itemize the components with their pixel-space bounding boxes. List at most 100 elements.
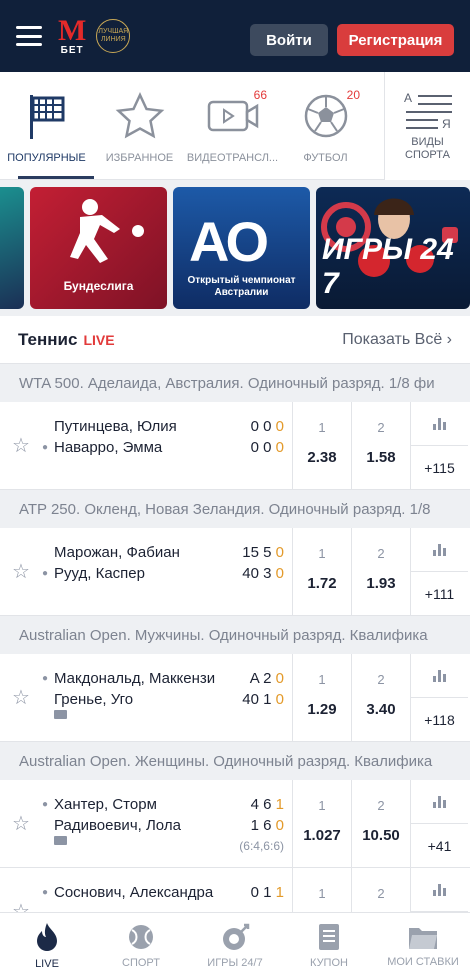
odd-value: 1.58	[366, 449, 396, 466]
more-markets[interactable]: +118	[410, 654, 468, 741]
player-2: Гренье, Уго	[54, 691, 134, 708]
league-header[interactable]: WTA 500. Аделаида, Австралия. Одиночный …	[0, 364, 470, 402]
serve-dot-icon: ●	[42, 799, 49, 810]
logo-m: M	[58, 14, 87, 47]
tab-favorites[interactable]: ИЗБРАННОЕ	[93, 72, 186, 179]
match-list: WTA 500. Аделаида, Австралия. Одиночный …	[0, 364, 470, 956]
match-row[interactable]: ☆ ● Хантер, Сторм Радивоевич, Лола 4 6 11 6 …	[0, 780, 470, 868]
nav-my-bets[interactable]: МОИ СТАВКИ	[376, 913, 470, 978]
promo-banner-australian-open[interactable]: AO Открытый чемпионат Австралии	[173, 187, 310, 309]
score-p1-points: 0	[275, 418, 284, 435]
player-2: Радивоевич, Лола	[54, 817, 181, 834]
favorite-star-icon[interactable]: ☆	[0, 402, 42, 489]
stats-icon[interactable]	[411, 654, 468, 698]
nav-sport[interactable]: СПОРТ	[94, 913, 188, 978]
match-row[interactable]: ☆ ● Макдональд, Маккензи Гренье, Уго A 2 0 40…	[0, 654, 470, 742]
login-button[interactable]: Войти	[250, 24, 328, 56]
video-icon	[207, 90, 259, 142]
register-button[interactable]: Регистрация	[337, 24, 454, 56]
set-scores: (6:4,6:6)	[239, 839, 284, 853]
odd-2-button[interactable]: 2 3.40	[351, 654, 410, 741]
tab-badge: 20	[346, 88, 360, 102]
odd-label: 1	[318, 546, 326, 561]
bottom-nav: LIVE СПОРТ ИГРЫ 24/7 КУПОН МОИ СТАВКИ	[0, 912, 470, 978]
match-players[interactable]: ● Хантер, Сторм Радивоевич, Лола	[42, 780, 238, 867]
odd-label: 1	[318, 798, 326, 813]
serve-dot-icon: ●	[42, 568, 49, 579]
section-header-tennis: Теннис LIVE Показать Всё ›	[0, 316, 470, 364]
match-players[interactable]: Марожан, Фабиан ● Рууд, Каспер	[42, 528, 238, 615]
match-players[interactable]: Путинцева, Юлия ● Наварро, Эмма	[42, 402, 238, 489]
tab-video[interactable]: 66 ВИДЕОТРАНСЛ...	[186, 72, 279, 179]
tab-label: ИЗБРАННОЕ	[105, 152, 174, 164]
match-row[interactable]: ☆ Путинцева, Юлия ● Наварро, Эмма 0 0 00 0 0…	[0, 402, 470, 490]
odd-2-button[interactable]: 2 1.58	[351, 402, 410, 489]
logo[interactable]: M БЕТ	[58, 16, 86, 56]
nav-live[interactable]: LIVE	[0, 913, 94, 978]
score-p1-points: 0	[275, 670, 284, 687]
player-1: Марожан, Фабиан	[54, 544, 180, 561]
match-players[interactable]: ● Макдональд, Маккензи Гренье, Уго	[42, 654, 238, 741]
favorite-star-icon[interactable]: ☆	[0, 528, 42, 615]
player-2: Рууд, Каспер	[54, 565, 145, 582]
stats-icon[interactable]	[411, 402, 468, 446]
live-badge: LIVE	[83, 331, 115, 348]
more-markets[interactable]: +111	[410, 528, 468, 615]
odd-value: 1.027	[303, 827, 341, 844]
odd-2-button[interactable]: 2 1.93	[351, 528, 410, 615]
favorite-star-icon[interactable]: ☆	[0, 780, 42, 867]
odd-1-button[interactable]: 1 1.72	[292, 528, 351, 615]
player-2: Наварро, Эмма	[54, 439, 163, 456]
more-markets-count: +115	[424, 459, 455, 476]
serve-dot-icon: ●	[42, 887, 49, 898]
score-p1-points: 1	[275, 884, 284, 901]
score-p1-points: 1	[275, 796, 284, 813]
football-icon	[303, 90, 349, 142]
score-p1-points: 0	[275, 544, 284, 561]
tab-football[interactable]: 20 ФУТБОЛ	[279, 72, 372, 179]
promo-carousel[interactable]: Бундеслига AO Открытый чемпионат Австрали…	[0, 180, 470, 316]
star-icon	[115, 90, 165, 142]
stats-icon[interactable]	[411, 780, 468, 824]
more-markets-count: +41	[427, 837, 452, 854]
promo-banner-games[interactable]: ИГРЫ 24 7	[316, 187, 470, 309]
promo-banner-bundesliga[interactable]: Бундеслига	[30, 187, 167, 309]
league-header[interactable]: ATP 250. Окленд, Новая Зеландия. Одиночн…	[0, 490, 470, 528]
odd-label: 1	[318, 886, 326, 901]
promo-banner[interactable]	[0, 187, 24, 309]
show-all-link[interactable]: Показать Всё ›	[342, 331, 452, 349]
odd-label: 2	[377, 798, 385, 813]
odd-value: 1.72	[307, 575, 337, 592]
tab-popular[interactable]: ПОПУЛЯРНЫЕ	[0, 72, 94, 179]
flame-icon	[37, 922, 57, 951]
nav-label: МОИ СТАВКИ	[387, 955, 459, 968]
odd-1-button[interactable]: 1 1.027	[292, 780, 351, 867]
all-sports-button[interactable]: A Я ВИДЫ СПОРТА	[384, 72, 470, 180]
nav-games[interactable]: ИГРЫ 24/7	[188, 913, 282, 978]
svg-text:Я: Я	[442, 117, 451, 130]
serve-dot-icon: ●	[42, 673, 49, 684]
score: 0 0 00 0 0	[238, 402, 292, 489]
more-markets[interactable]: +115	[410, 402, 468, 489]
league-header[interactable]: Australian Open. Мужчины. Одиночный разр…	[0, 616, 470, 654]
league-header[interactable]: Australian Open. Женщины. Одиночный разр…	[0, 742, 470, 780]
odd-2-button[interactable]: 2 10.50	[351, 780, 410, 867]
score: A 2 0 40 1 0	[238, 654, 292, 741]
favorite-star-icon[interactable]: ☆	[0, 654, 42, 741]
odd-value: 3.40	[366, 701, 396, 718]
nav-coupon[interactable]: КУПОН	[282, 913, 376, 978]
score-p1: 0 0	[250, 418, 276, 435]
odd-1-button[interactable]: 1 1.29	[292, 654, 351, 741]
nav-label: КУПОН	[310, 956, 348, 969]
stats-icon[interactable]	[411, 528, 468, 572]
score-p1: A 2	[249, 670, 276, 687]
stats-icon[interactable]	[411, 868, 468, 912]
more-markets[interactable]: +41	[410, 780, 468, 867]
match-row[interactable]: ☆ Марожан, Фабиан ● Рууд, Каспер 15 5 0 40 3 …	[0, 528, 470, 616]
odd-label: 2	[377, 886, 385, 901]
odd-1-button[interactable]: 1 2.38	[292, 402, 351, 489]
odd-label: 2	[377, 672, 385, 687]
menu-icon[interactable]	[16, 26, 42, 46]
more-markets-count: +118	[424, 711, 455, 728]
tab-label: ВИДЕОТРАНСЛ...	[186, 152, 279, 164]
